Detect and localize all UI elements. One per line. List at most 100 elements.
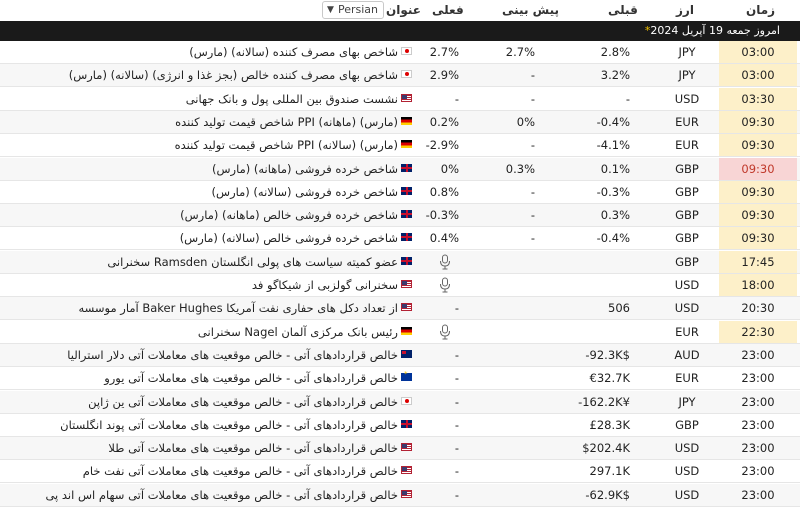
table-row[interactable]: 23:00 USD -62.9K$ - خالص قراردادهای آتی - خا…: [0, 483, 800, 507]
event-currency: JPY: [678, 45, 696, 59]
event-forecast: -: [530, 184, 535, 199]
event-title[interactable]: خالص قراردادهای آتی - خالص موقعیت های مع…: [60, 414, 398, 436]
event-actual: -2.9%: [425, 138, 459, 153]
event-title[interactable]: خالص قراردادهای آتی - خالص موقعیت های مع…: [67, 344, 398, 366]
event-actual: 0.2%: [429, 114, 459, 129]
event-time: 09:30: [719, 204, 797, 227]
event-time: 23:00: [741, 464, 775, 479]
table-row[interactable]: 23:00 GBP £28.3K - خالص قراردادهای آتی - خال…: [0, 414, 800, 437]
event-forecast: -: [530, 68, 535, 83]
event-title[interactable]: شاخص خرده فروشی (سالانه) (مارس): [212, 181, 398, 203]
event-currency: GBP: [675, 254, 699, 269]
flag-au-icon: [401, 349, 412, 358]
event-actual: 0.4%: [429, 231, 459, 246]
event-time: 03:30: [719, 87, 797, 110]
event-previous: -: [625, 91, 630, 106]
event-currency: EUR: [675, 138, 699, 153]
event-actual: 2.7%: [429, 45, 459, 59]
event-forecast: -: [530, 208, 535, 223]
event-currency: USD: [674, 464, 700, 479]
event-previous: -162.2K¥: [578, 394, 630, 409]
event-forecast: 0%: [516, 114, 535, 129]
event-previous: 0.1%: [600, 161, 630, 176]
event-time: 20:30: [741, 301, 775, 316]
event-title[interactable]: آمار موسسه Baker Hughes از تعداد دکل های…: [78, 297, 398, 319]
event-title[interactable]: شاخص قیمت تولید کننده PPI (سالانه) (مارس…: [175, 134, 398, 156]
table-row[interactable]: 09:30 EUR -4.1% - -2.9% شاخص قیمت تولید کننده…: [0, 134, 800, 158]
event-time: 09:30: [719, 157, 797, 180]
event-forecast: 2.7%: [505, 45, 535, 59]
event-currency: EUR: [675, 371, 699, 386]
table-row[interactable]: 09:30 GBP -0.3% - 0.8% شاخص خرده فروشی (سالان…: [0, 180, 800, 204]
event-title[interactable]: شاخص قیمت تولید کننده PPI (ماهانه) (مارس…: [175, 111, 398, 133]
column-previous: قبلی: [608, 3, 638, 17]
event-title[interactable]: شاخص خرده فروشی خالص (سالانه) (مارس): [180, 227, 398, 249]
table-row[interactable]: 03:00 JPY 3.2% - 2.9% شاخص بهای مصرف کننده خا…: [0, 64, 800, 88]
event-previous: -0.4%: [596, 231, 630, 246]
event-currency: GBP: [675, 208, 699, 223]
table-row[interactable]: 22:30 EUR سخنرانی Nagel رئیس بانک مرکزی آل…: [0, 320, 800, 344]
event-currency: JPY: [678, 394, 696, 409]
event-title[interactable]: سخنرانی Ramsden عضو کمیته سیاست های پولی…: [107, 251, 398, 273]
event-title[interactable]: خالص قراردادهای آتی - خالص موقعیت های مع…: [104, 367, 398, 389]
event-title[interactable]: خالص قراردادهای آتی - خالص موقعیت های مع…: [88, 391, 398, 413]
event-previous: -62.9K$: [585, 487, 630, 502]
event-previous: $202.4K: [582, 441, 630, 456]
event-title[interactable]: نشست صندوق بین المللی پول و بانک جهانی: [186, 88, 398, 110]
table-row[interactable]: 17:45 GBP سخنرانی Ramsden عضو کمیته سیاست …: [0, 250, 800, 274]
column-forecast: پیش بینی: [502, 3, 559, 17]
event-forecast: -: [530, 91, 535, 106]
flag-de-icon: [401, 140, 412, 149]
event-currency: AUD: [674, 347, 700, 362]
table-row[interactable]: 09:30 EUR -0.4% 0% 0.2% شاخص قیمت تولید کننده…: [0, 110, 800, 134]
table-row[interactable]: 23:00 EUR €32.7K - خالص قراردادهای آتی - خال…: [0, 367, 800, 391]
event-title[interactable]: سخنرانی Nagel رئیس بانک مرکزی آلمان: [198, 321, 398, 343]
column-actual: فعلی: [432, 3, 464, 17]
flag-gb-icon: [401, 186, 412, 195]
event-previous: €32.7K: [589, 371, 630, 386]
table-row[interactable]: 23:00 AUD -92.3K$ - خالص قراردادهای آتی - خا…: [0, 343, 800, 367]
table-row[interactable]: 23:00 JPY -162.2K¥ - خالص قراردادهای آتی - خ…: [0, 390, 800, 414]
event-forecast: 0.3%: [505, 161, 535, 176]
event-title[interactable]: سخنرانی گولزبی از شیکاگو فد: [252, 274, 398, 296]
event-time: 09:30: [719, 134, 797, 157]
event-previous: -0.4%: [596, 114, 630, 129]
event-title[interactable]: خالص قراردادهای آتی - خالص موقعیت های مع…: [83, 460, 398, 482]
table-row[interactable]: 20:30 USD 506 - آمار موسسه Baker Hughes از ت…: [0, 297, 800, 321]
table-row[interactable]: 09:30 GBP -0.4% -0.4% شاخص خرده فروشی خالص (…: [0, 227, 800, 251]
microphone-icon: [440, 254, 450, 270]
table-row[interactable]: 18:00 USD سخنرانی گولزبی از شیکاگو فد: [0, 274, 800, 297]
event-time: 09:30: [719, 227, 797, 250]
table-row[interactable]: 23:00 USD $202.4K - خالص قراردادهای آتی - خا…: [0, 437, 800, 461]
event-currency: EUR: [675, 114, 699, 129]
table-header: زمان ارز قبلی پیش بینی فعلی عنوان ▼ Pers…: [0, 0, 800, 21]
event-time: 09:30: [719, 180, 797, 203]
event-time: 18:00: [719, 274, 797, 296]
event-currency: USD: [674, 301, 700, 316]
flag-jp-icon: [401, 47, 412, 55]
table-row[interactable]: 03:00 JPY 2.8% 2.7% 2.7% شاخص بهای مصرف کننده…: [0, 41, 800, 64]
event-time: 23:00: [741, 487, 775, 502]
event-previous: 3.2%: [600, 68, 630, 83]
event-previous: -92.3K$: [585, 347, 630, 362]
table-row[interactable]: 23:00 USD 297.1K - خالص قراردادهای آتی - خال…: [0, 460, 800, 484]
event-actual: -: [454, 417, 459, 432]
event-title[interactable]: شاخص خرده فروشی (ماهانه) (مارس): [212, 158, 398, 180]
event-title[interactable]: خالص قراردادهای آتی - خالص موقعیت های مع…: [45, 484, 398, 506]
event-title[interactable]: شاخص بهای مصرف کننده (سالانه) (مارس): [189, 41, 398, 63]
flag-gb-icon: [401, 419, 412, 428]
event-title[interactable]: خالص قراردادهای آتی - خالص موقعیت های مع…: [108, 437, 398, 459]
column-time: زمان: [746, 3, 776, 17]
flag-jp-icon: [401, 70, 412, 79]
event-title[interactable]: شاخص خرده فروشی خالص (ماهانه) (مارس): [180, 204, 398, 226]
table-row[interactable]: 03:30 USD - - - نشست صندوق بین المللی پول و ب…: [0, 87, 800, 111]
event-actual: 0.8%: [429, 184, 459, 199]
event-currency: GBP: [675, 184, 699, 199]
event-time: 23:00: [741, 417, 775, 432]
event-title[interactable]: شاخص بهای مصرف کننده خالص (بجز غذا و انر…: [69, 64, 398, 86]
language-select[interactable]: ▼ Persian: [322, 1, 384, 19]
flag-jp-icon: [401, 396, 412, 405]
flag-us-icon: [401, 443, 412, 452]
table-row[interactable]: 09:30 GBP 0.3% - -0.3% شاخص خرده فروشی خالص (…: [0, 204, 800, 228]
table-row[interactable]: 09:30 GBP 0.1% 0.3% 0% شاخص خرده فروشی (ماهان…: [0, 157, 800, 181]
